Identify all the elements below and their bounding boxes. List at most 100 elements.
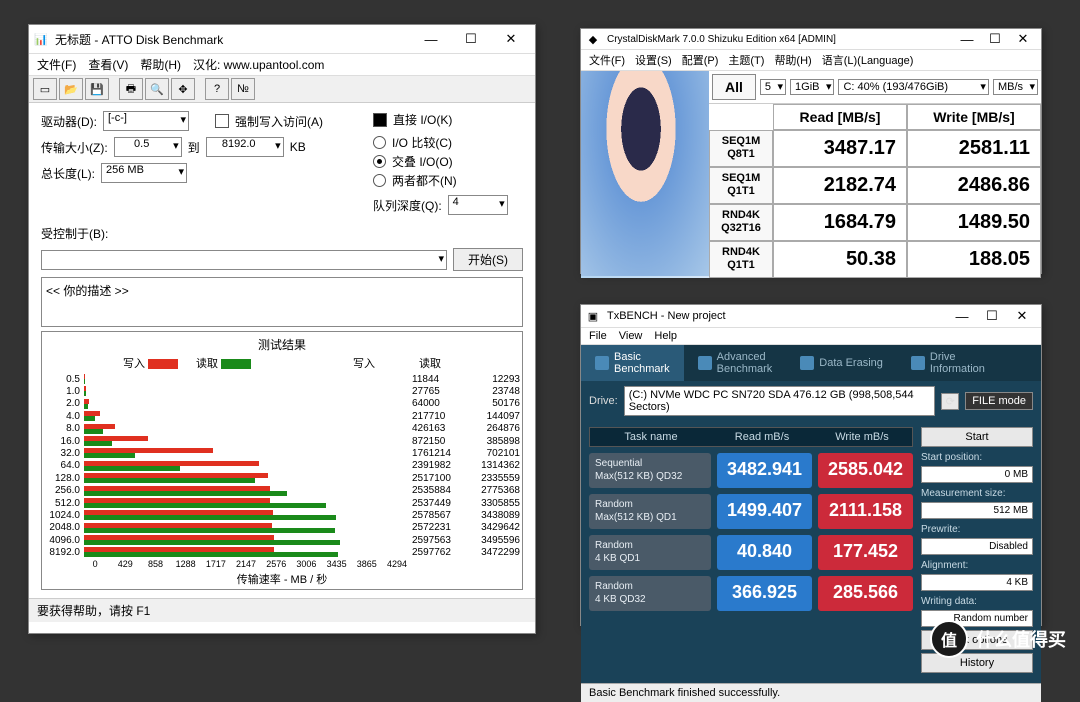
startpos-field[interactable]: 0 MB (921, 466, 1033, 483)
new-icon[interactable]: ▭ (33, 78, 57, 100)
maximize-button[interactable]: ☐ (977, 305, 1007, 327)
read-bar (84, 478, 255, 483)
x-axis-label: 传输速率 - MB / 秒 (44, 571, 520, 587)
read-value: 2182.74 (773, 167, 907, 204)
test-button[interactable]: SEQ1MQ8T1 (709, 130, 773, 167)
overlap-io-radio[interactable] (373, 155, 386, 168)
all-button[interactable]: All (712, 74, 756, 100)
read-value: 385898 (487, 436, 520, 447)
y-tick: 64.0 (44, 460, 84, 471)
atto-statusbar: 要获得帮助，请按 F1 (29, 598, 535, 622)
menu-settings[interactable]: 设置(S) (635, 52, 672, 68)
force-write-checkbox[interactable] (215, 114, 229, 128)
close-button[interactable]: ✕ (1007, 305, 1037, 327)
menu-file[interactable]: File (589, 330, 607, 342)
align-field[interactable]: 4 KB (921, 574, 1033, 591)
minimize-button[interactable]: — (953, 29, 981, 49)
menu-help[interactable]: 帮助(H) (774, 52, 811, 68)
write-header: Write mB/s (812, 428, 912, 446)
watermark-text: 什么值得买 (976, 626, 1066, 652)
save-icon[interactable]: 💾 (85, 78, 109, 100)
file-mode-button[interactable]: FILE mode (965, 392, 1033, 410)
length-select[interactable]: 256 MB (101, 163, 187, 183)
read-bar (84, 379, 85, 384)
menu-help[interactable]: Help (654, 330, 677, 342)
refresh-button[interactable]: ⟳ (941, 393, 959, 410)
maximize-button[interactable]: ☐ (451, 25, 491, 53)
x-tick: 4294 (382, 559, 412, 569)
y-tick: 8.0 (44, 423, 84, 434)
qd-select[interactable]: 4 (448, 195, 508, 215)
bar-row: 64.0 23919821314362 (44, 460, 520, 472)
direct-io-checkbox[interactable] (373, 113, 387, 127)
drive-label: 驱动器(D): (41, 113, 97, 130)
drive-select[interactable]: (C:) NVMe WDC PC SN720 SDA 476.12 GB (99… (624, 386, 935, 416)
unit-select[interactable]: MB/s (993, 79, 1038, 95)
menu-help[interactable]: 帮助(H) (140, 56, 181, 73)
tab-data-erasing[interactable]: Data Erasing (786, 345, 897, 381)
prewrite-field[interactable]: Disabled (921, 538, 1033, 555)
controlled-by-select[interactable] (41, 250, 447, 270)
y-tick: 2048.0 (44, 522, 84, 533)
test-button[interactable]: RND4KQ1T1 (709, 241, 773, 278)
write-value: 177.452 (818, 535, 913, 570)
menu-theme[interactable]: 主题(T) (728, 52, 764, 68)
settings-icon[interactable]: ✥ (171, 78, 195, 100)
read-value: 264876 (487, 423, 520, 434)
y-tick: 16.0 (44, 436, 84, 447)
menu-profile[interactable]: 配置(P) (682, 52, 719, 68)
close-button[interactable]: ✕ (491, 25, 531, 53)
read-value: 366.925 (717, 576, 812, 611)
test-button[interactable]: SEQ1MQ1T1 (709, 167, 773, 204)
read-bar (84, 491, 287, 496)
results-chart: 测试结果 写入 读取 写入 读取 0.5 11844122931.0 27765… (41, 331, 523, 590)
xfer-from-select[interactable]: 0.5 (114, 137, 182, 157)
about-icon[interactable]: № (231, 78, 255, 100)
msize-field[interactable]: 512 MB (921, 502, 1033, 519)
count-select[interactable]: 5 (760, 79, 786, 95)
maximize-button[interactable]: ☐ (981, 29, 1009, 49)
menu-translation: 汉化: www.upantool.com (193, 56, 324, 73)
drive-select[interactable]: C: 40% (193/476GiB) (838, 79, 988, 95)
bar-row: 32.0 1761214702101 (44, 447, 520, 459)
tab-drive-information[interactable]: Drive Information (897, 345, 999, 381)
write-value: 2391982 (412, 460, 451, 471)
preview-icon[interactable]: 🔍 (145, 78, 169, 100)
tab-advanced-benchmark[interactable]: Advanced Benchmark (684, 345, 787, 381)
close-button[interactable]: ✕ (1009, 29, 1037, 49)
menu-file[interactable]: 文件(F) (589, 52, 625, 68)
controlled-by-label: 受控制于(B): (41, 225, 108, 242)
start-button[interactable]: 开始(S) (453, 248, 523, 271)
read-value: 3487.17 (773, 130, 907, 167)
neither-radio[interactable] (373, 174, 386, 187)
kb-label: KB (290, 140, 306, 154)
col-read-label: 读取 (393, 355, 441, 371)
read-bar (84, 404, 88, 409)
print-icon[interactable]: 🖶 (119, 78, 143, 100)
neither-label: 两者都不(N) (392, 172, 457, 189)
xfer-to-select[interactable]: 8192.0 (206, 137, 284, 157)
minimize-button[interactable]: — (411, 25, 451, 53)
menu-view[interactable]: View (619, 330, 643, 342)
atto-body: 驱动器(D): [-c-] 强制写入访问(A) 传输大小(Z): 0.5 到 8… (29, 103, 535, 598)
menu-file[interactable]: 文件(F) (37, 56, 76, 73)
y-tick: 2.0 (44, 398, 84, 409)
minimize-button[interactable]: — (947, 305, 977, 327)
menu-view[interactable]: 查看(V) (88, 56, 128, 73)
test-button[interactable]: RND4KQ32T16 (709, 204, 773, 241)
start-button[interactable]: Start (921, 427, 1033, 447)
bar-row: 128.0 25171002335559 (44, 472, 520, 484)
drive-select[interactable]: [-c-] (103, 111, 189, 131)
read-header: Read mB/s (712, 428, 812, 446)
open-icon[interactable]: 📂 (59, 78, 83, 100)
tab-basic-benchmark[interactable]: Basic Benchmark (581, 345, 684, 381)
help-icon[interactable]: ? (205, 78, 229, 100)
read-header: Read [MB/s] (773, 104, 907, 130)
read-bar (84, 503, 326, 508)
write-value: 872150 (412, 436, 445, 447)
description-field[interactable]: << 你的描述 >> (41, 277, 523, 327)
x-tick: 1717 (201, 559, 231, 569)
size-select[interactable]: 1GiB (790, 79, 834, 95)
io-compare-radio[interactable] (373, 136, 386, 149)
menu-language[interactable]: 语言(L)(Language) (822, 52, 914, 68)
